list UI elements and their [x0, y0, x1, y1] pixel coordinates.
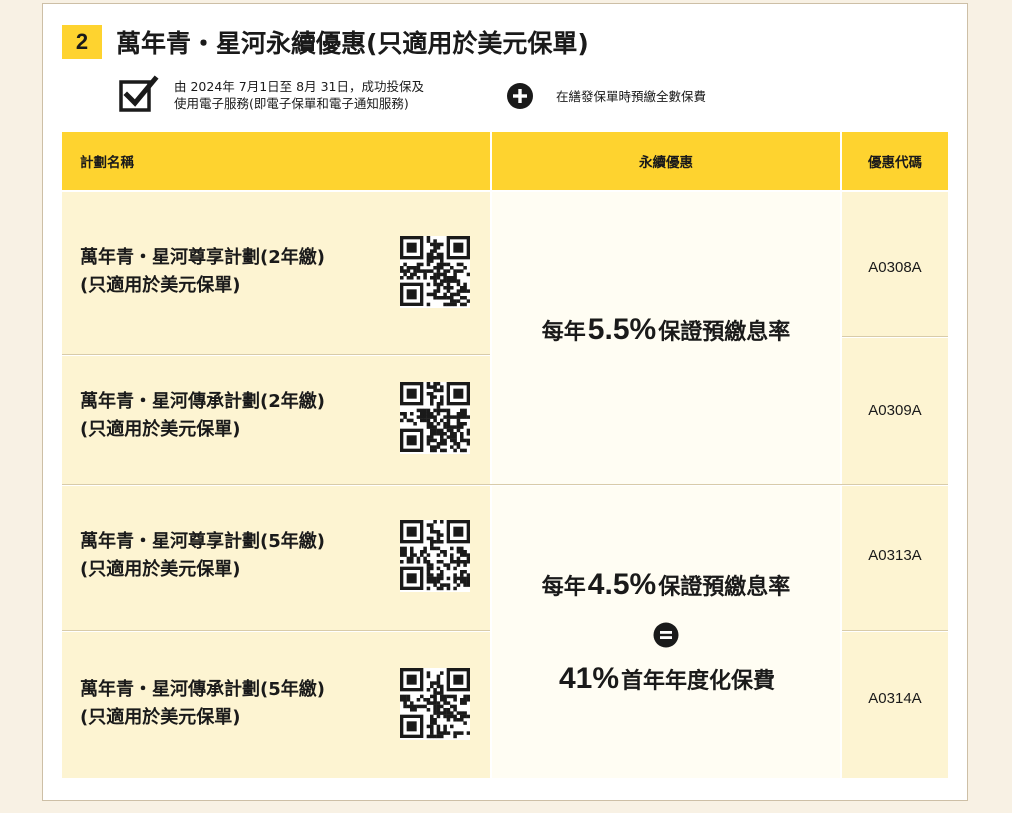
table-row: 萬年青・星河尊享計劃(2年繳) (只適用於美元保單)	[62, 192, 490, 354]
header-plan-name: 計劃名稱	[62, 132, 490, 190]
table-divider	[842, 630, 948, 631]
interest-rate: 4.5%	[587, 568, 657, 601]
offer-cell-5yr: 每年 4.5% 保證預繳息率 41% 首年年度化保費	[492, 486, 840, 778]
offer-cell-2yr: 每年 5.5% 保證預繳息率	[492, 192, 840, 484]
premium-percent: 41%	[558, 662, 620, 695]
condition-text-prepay: 在繕發保單時預繳全數保費	[556, 88, 707, 104]
condition-electronic-service: 由 2024年 7月1日至 8月 31日，成功投保及 使用電子服務(即電子保單和…	[118, 74, 424, 116]
condition-text-line1: 由 2024年 7月1日至 8月 31日，成功投保及	[174, 79, 424, 94]
offer-code: A0308A	[842, 192, 948, 336]
section-heading: 2 萬年青・星河永續優惠(只適用於美元保單)	[62, 24, 589, 60]
table-divider	[62, 630, 490, 631]
equals-circle-icon	[653, 622, 679, 648]
plan-name: 萬年青・星河尊享計劃(2年繳)	[80, 247, 325, 268]
qr-code-icon	[400, 236, 470, 308]
section-title: 萬年青・星河永續優惠(只適用於美元保單)	[116, 29, 589, 58]
qr-code-icon	[400, 382, 470, 454]
table-divider	[62, 484, 948, 485]
condition-prepay: 在繕發保單時預繳全數保費	[506, 82, 706, 110]
plan-note: (只適用於美元保單)	[80, 559, 241, 580]
plan-name: 萬年青・星河傳承計劃(2年繳)	[80, 391, 325, 412]
header-code: 優惠代碼	[842, 132, 948, 190]
interest-rate: 5.5%	[587, 313, 657, 346]
table-row: 萬年青・星河傳承計劃(5年繳) (只適用於美元保單)	[62, 632, 490, 778]
table-row: 萬年青・星河傳承計劃(2年繳) (只適用於美元保單)	[62, 356, 490, 484]
offer-code: A0309A	[842, 338, 948, 484]
plus-circle-icon	[507, 83, 533, 109]
plan-note: (只適用於美元保單)	[80, 707, 241, 728]
offer-code: A0314A	[842, 632, 948, 778]
qr-code-icon	[400, 668, 470, 740]
section-number-badge: 2	[62, 25, 102, 59]
plan-name: 萬年青・星河尊享計劃(5年繳)	[80, 531, 325, 552]
header-offer: 永續優惠	[492, 132, 840, 190]
table-row: 萬年青・星河尊享計劃(5年繳) (只適用於美元保單)	[62, 486, 490, 630]
table-divider	[62, 354, 490, 355]
qr-code-icon	[400, 520, 470, 592]
plan-name: 萬年青・星河傳承計劃(5年繳)	[80, 679, 325, 700]
table-divider	[842, 336, 948, 337]
plan-note: (只適用於美元保單)	[80, 419, 241, 440]
offer-code: A0313A	[842, 486, 948, 630]
condition-text-line2: 使用電子服務(即電子保單和電子通知服務)	[174, 96, 409, 111]
plan-note: (只適用於美元保單)	[80, 275, 241, 296]
checkbox-icon	[118, 74, 160, 116]
